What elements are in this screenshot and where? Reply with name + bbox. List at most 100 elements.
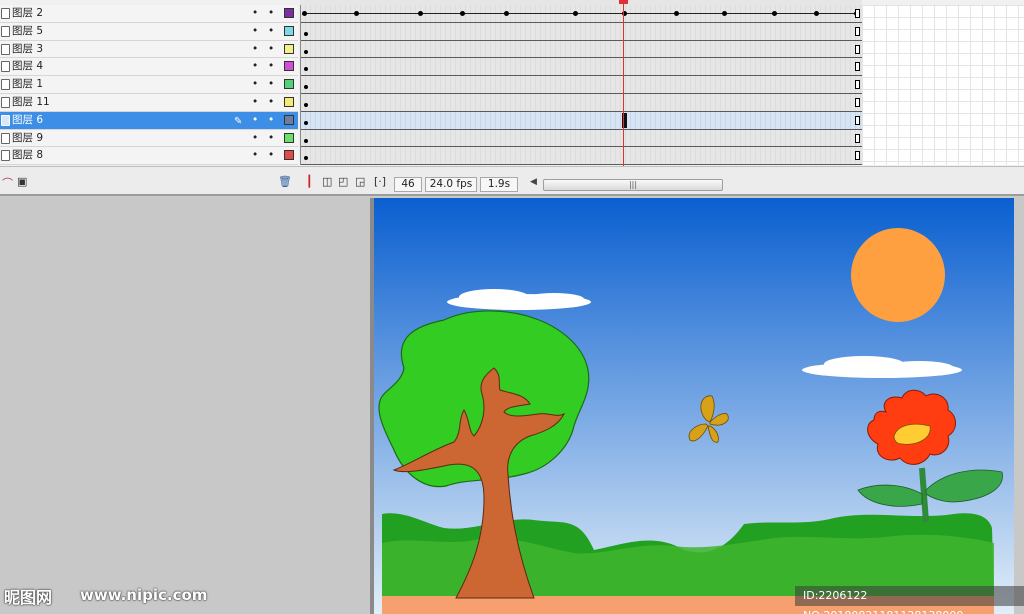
frame-row[interactable] xyxy=(301,22,862,41)
layer-lock-toggle[interactable]: • xyxy=(268,76,274,93)
layer-visibility-toggle[interactable]: • xyxy=(252,94,258,111)
scroll-left-icon[interactable]: ◀ xyxy=(530,177,537,187)
layer-visibility-toggle[interactable]: • xyxy=(252,112,258,129)
layer-outline-swatch[interactable] xyxy=(284,114,294,125)
center-frame-icon[interactable]: ┃ xyxy=(306,175,313,188)
layer-visibility-toggle[interactable]: • xyxy=(252,5,258,22)
onion-skin-icon[interactable]: ◫ xyxy=(322,175,332,188)
tween-keyframe[interactable] xyxy=(674,11,679,16)
tween-keyframe[interactable] xyxy=(354,11,359,16)
frame-row[interactable] xyxy=(301,93,862,112)
layer-row[interactable]: 图层 6 ✎ • • xyxy=(0,111,298,130)
layer-name[interactable]: 图层 5 xyxy=(12,23,43,40)
layer-outline-swatch[interactable] xyxy=(284,25,294,36)
end-frame[interactable] xyxy=(855,97,860,107)
onion-outline-icon[interactable]: ◰ xyxy=(338,175,348,188)
tween-keyframe[interactable] xyxy=(814,11,819,16)
layer-name[interactable]: 图层 9 xyxy=(12,130,43,147)
keyframe[interactable] xyxy=(304,85,308,90)
layer-row[interactable]: 图层 1 • • xyxy=(0,76,298,94)
end-frame[interactable] xyxy=(855,151,860,161)
layer-name[interactable]: 图层 4 xyxy=(12,58,43,75)
layer-outline-swatch[interactable] xyxy=(284,96,294,107)
stage-canvas[interactable] xyxy=(374,198,1014,614)
frame-row[interactable] xyxy=(301,147,862,166)
add-motion-guide-icon[interactable]: ⌒ xyxy=(2,175,13,191)
layer-lock-toggle[interactable]: • xyxy=(268,147,274,164)
frame-row[interactable] xyxy=(301,129,862,148)
layer-lock-toggle[interactable]: • xyxy=(268,112,274,129)
layer-name[interactable]: 图层 6 xyxy=(12,112,43,129)
layer-name[interactable]: 图层 3 xyxy=(12,41,43,58)
frame-row[interactable] xyxy=(301,58,862,77)
tween-keyframe[interactable] xyxy=(504,11,509,16)
tween-keyframe[interactable] xyxy=(460,11,465,16)
end-frame[interactable] xyxy=(855,115,860,125)
layer-name[interactable]: 图层 2 xyxy=(12,5,43,22)
layer-lock-toggle[interactable]: • xyxy=(268,130,274,147)
layer-outline-swatch[interactable] xyxy=(284,43,294,54)
layer-visibility-toggle[interactable]: • xyxy=(252,58,258,75)
layer-outline-swatch[interactable] xyxy=(284,8,294,18)
frame-grid[interactable] xyxy=(300,5,862,166)
layer-row[interactable]: 图层 2 • • xyxy=(0,5,298,23)
layer-visibility-toggle[interactable]: • xyxy=(252,41,258,58)
end-frame[interactable] xyxy=(855,9,860,18)
keyframe[interactable] xyxy=(304,49,308,54)
tween-keyframe[interactable] xyxy=(418,11,423,16)
playhead-line[interactable] xyxy=(623,0,624,176)
frame-row[interactable] xyxy=(301,76,862,94)
modify-onion-markers-icon[interactable]: [·] xyxy=(374,175,386,188)
delete-layer-icon[interactable]: 🗑 xyxy=(278,175,292,188)
keyframe[interactable] xyxy=(304,138,308,143)
layer-icon xyxy=(1,8,10,19)
keyframe[interactable] xyxy=(304,102,308,107)
timeline-horizontal-scrollbar[interactable]: ||| xyxy=(543,179,723,191)
layer-row[interactable]: 图层 4 • • xyxy=(0,58,298,77)
end-frame[interactable] xyxy=(855,80,860,90)
end-frame[interactable] xyxy=(855,44,860,54)
layer-name[interactable]: 图层 8 xyxy=(12,147,43,164)
insert-folder-icon[interactable]: ▣ xyxy=(17,175,27,188)
current-frame-display: 46 xyxy=(394,177,422,192)
frame-row[interactable] xyxy=(301,5,862,23)
layer-row[interactable]: 图层 3 • • xyxy=(0,40,298,59)
layer-row[interactable]: 图层 9 • • xyxy=(0,129,298,148)
tween-keyframe[interactable] xyxy=(772,11,777,16)
frame-row[interactable] xyxy=(301,40,862,59)
flash-editor: 图层 2 • • 图层 5 • • 图层 3 • • 图层 4 • • 图层 1 • • 图层 11 • • 图层 … xyxy=(0,0,1024,614)
layer-outline-swatch[interactable] xyxy=(284,150,294,161)
layer-outline-swatch[interactable] xyxy=(284,79,294,90)
frame-rate-display[interactable]: 24.0 fps xyxy=(425,177,477,192)
layer-visibility-toggle[interactable]: • xyxy=(252,130,258,147)
tween-keyframe[interactable] xyxy=(573,11,578,16)
end-frame[interactable] xyxy=(855,26,860,36)
frame-row[interactable] xyxy=(301,111,862,130)
layer-visibility-toggle[interactable]: • xyxy=(252,76,258,93)
edit-multiple-frames-icon[interactable]: ◲ xyxy=(355,175,365,188)
layer-visibility-toggle[interactable]: • xyxy=(252,147,258,164)
layer-name[interactable]: 图层 1 xyxy=(12,76,43,93)
layer-lock-toggle[interactable]: • xyxy=(268,94,274,111)
layer-outline-swatch[interactable] xyxy=(284,61,294,72)
layer-row[interactable]: 图层 8 • • xyxy=(0,147,298,166)
keyframe[interactable] xyxy=(304,156,308,161)
keyframe[interactable] xyxy=(304,31,308,36)
keyframe[interactable] xyxy=(304,120,308,125)
layer-name[interactable]: 图层 11 xyxy=(12,94,50,111)
layer-lock-toggle[interactable]: • xyxy=(268,5,274,22)
layer-row[interactable]: 图层 11 • • xyxy=(0,93,298,112)
empty-frame-area[interactable] xyxy=(862,5,1024,165)
layer-visibility-toggle[interactable]: • xyxy=(252,23,258,40)
end-frame[interactable] xyxy=(855,62,860,72)
tween-keyframe[interactable] xyxy=(302,11,307,16)
tween-keyframe[interactable] xyxy=(722,11,727,16)
layer-row[interactable]: 图层 5 • • xyxy=(0,22,298,41)
layer-outline-swatch[interactable] xyxy=(284,132,294,143)
edit-pencil-icon: ✎ xyxy=(234,115,243,127)
layer-lock-toggle[interactable]: • xyxy=(268,58,274,75)
layer-lock-toggle[interactable]: • xyxy=(268,41,274,58)
layer-lock-toggle[interactable]: • xyxy=(268,23,274,40)
end-frame[interactable] xyxy=(855,133,860,143)
keyframe[interactable] xyxy=(304,67,308,72)
